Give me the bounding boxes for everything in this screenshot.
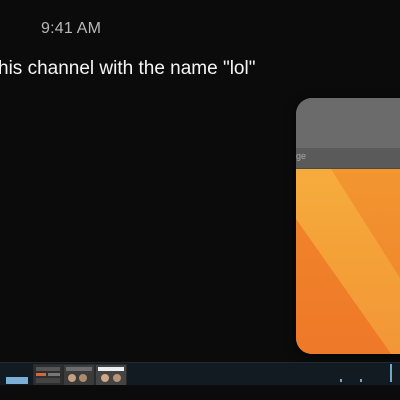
preview-image bbox=[296, 169, 400, 354]
dock-tick-1 bbox=[340, 379, 342, 382]
dock-tick-2 bbox=[360, 379, 362, 382]
dock-thumbnail-1[interactable] bbox=[33, 364, 63, 386]
dock-scroll-indicator[interactable] bbox=[390, 364, 392, 382]
bottom-strip bbox=[0, 385, 400, 400]
thumbnail-3-graphic bbox=[96, 365, 126, 385]
status-time: 9:41 AM bbox=[41, 20, 102, 37]
preview-card[interactable]: ge bbox=[296, 98, 400, 354]
preview-header bbox=[296, 98, 400, 148]
wallpaper-graphic bbox=[296, 169, 400, 354]
channel-message-text: his channel with the name "lol" bbox=[0, 58, 256, 79]
app-screen: 9:41 AM his channel with the name "lol" … bbox=[0, 0, 400, 400]
preview-bar-text: ge bbox=[296, 151, 307, 161]
preview-address-bar[interactable]: ge bbox=[296, 148, 400, 169]
thumbnail-2-graphic bbox=[64, 365, 94, 385]
dock-thumbnail-3[interactable] bbox=[95, 364, 127, 386]
dock-active-indicator bbox=[6, 377, 28, 384]
thumbnail-1-graphic bbox=[34, 365, 62, 385]
dock-thumbnail-2[interactable] bbox=[63, 364, 95, 386]
